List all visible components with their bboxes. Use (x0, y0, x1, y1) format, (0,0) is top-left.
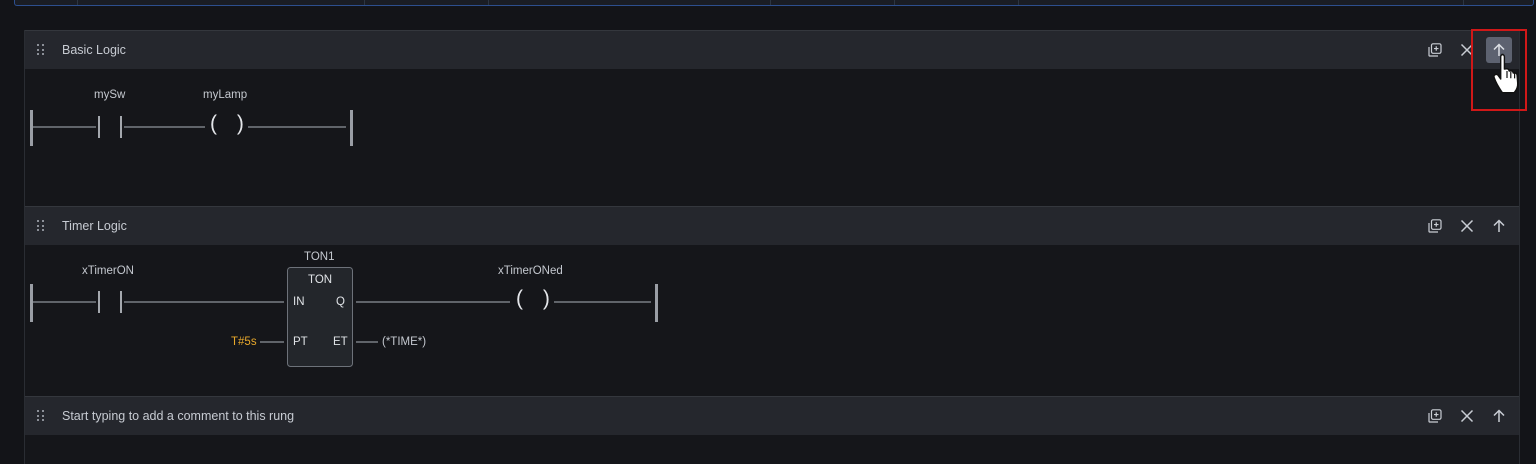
pin-in: IN (293, 296, 305, 308)
block-instance-name[interactable]: TON1 (304, 251, 334, 263)
pin-q: Q (336, 296, 345, 308)
pt-value[interactable]: T#5s (231, 336, 257, 348)
contact-label: mySw (94, 89, 126, 101)
right-power-rail (350, 110, 353, 146)
ladder-diagram (30, 110, 658, 367)
coil-xTimerONed[interactable]: ( ) (516, 287, 557, 311)
coil-myLamp[interactable]: ( ) (210, 112, 251, 136)
et-value[interactable]: (*TIME*) (382, 336, 426, 348)
coil-label: myLamp (203, 89, 248, 101)
left-power-rail (30, 284, 33, 322)
pin-pt: PT (293, 336, 308, 348)
coil-label: xTimerONed (498, 265, 563, 277)
left-power-rail (30, 110, 33, 146)
block-type: TON (308, 274, 333, 286)
right-power-rail (655, 284, 658, 322)
pin-et: ET (333, 336, 348, 348)
contact-label: xTimerON (82, 265, 134, 277)
hand-pointer-icon (1493, 53, 1519, 94)
contact-xTimerON[interactable] (94, 289, 126, 315)
contact-mySw[interactable] (94, 114, 126, 140)
